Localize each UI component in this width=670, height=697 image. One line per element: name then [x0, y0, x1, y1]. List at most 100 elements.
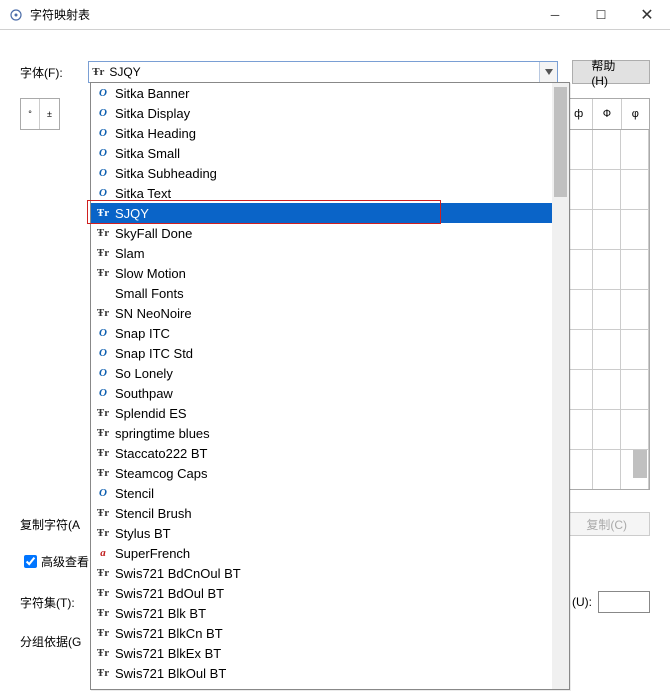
font-list-item[interactable]: a SuperFrench: [91, 543, 569, 563]
font-list-item[interactable]: Ŧrspringtime blues: [91, 423, 569, 443]
font-list-item-label: Sitka Text: [115, 186, 171, 201]
font-list-item-label: Swis721 BlkCn BT: [115, 626, 223, 641]
truetype-icon: Ŧr: [95, 407, 111, 419]
font-list-item-label: Stencil: [115, 486, 154, 501]
font-list-item-label: Slam: [115, 246, 145, 261]
font-list-item[interactable]: ŦrSwis721 BlkCn BT: [91, 623, 569, 643]
opentype-icon: O: [95, 347, 111, 359]
font-list-item[interactable]: OSitka Small: [91, 143, 569, 163]
dropdown-scrollbar[interactable]: [552, 83, 569, 689]
font-list-item-label: Sitka Display: [115, 106, 190, 121]
font-list-item[interactable]: ŦrSkyFall Done: [91, 223, 569, 243]
opentype-icon: O: [95, 127, 111, 139]
char-cell[interactable]: °: [21, 99, 40, 129]
charset-label: 字符集(T):: [20, 594, 90, 611]
opentype-icon: O: [95, 367, 111, 379]
font-list-item[interactable]: Ŧr Stylus BT: [91, 523, 569, 543]
font-list-item[interactable]: ŦrSwis721 BdCnOul BT: [91, 563, 569, 583]
unicode-label: (U):: [572, 595, 592, 609]
opentype-icon: O: [95, 387, 111, 399]
font-list-item[interactable]: OSnap ITC: [91, 323, 569, 343]
truetype-icon: Ŧr: [95, 527, 111, 539]
truetype-icon: Ŧr: [95, 207, 111, 219]
font-list-item[interactable]: ŦrStencil Brush: [91, 503, 569, 523]
window-title: 字符映射表: [30, 6, 90, 23]
font-list-item[interactable]: O Sitka Heading: [91, 123, 569, 143]
font-list-item[interactable]: O Sitka Subheading: [91, 163, 569, 183]
font-list-item-label: Snap ITC: [115, 326, 170, 341]
font-list-item-label: Steamcog Caps: [115, 466, 208, 481]
font-list-item[interactable]: ŦrSN NeoNoire: [91, 303, 569, 323]
font-list-item[interactable]: ŦrSlam: [91, 243, 569, 263]
chevron-down-icon[interactable]: [539, 62, 557, 82]
copychars-label: 复制字符(A: [20, 516, 100, 533]
truetype-icon: Ŧr: [95, 567, 111, 579]
opentype-icon: O: [95, 487, 111, 499]
font-list-item[interactable]: O Snap ITC Std: [91, 343, 569, 363]
font-list-item[interactable]: Ŧr Swis721 Blk BT: [91, 603, 569, 623]
font-list-item-label: Swis721 BlkOul BT: [115, 666, 226, 681]
char-cell[interactable]: φ: [622, 99, 649, 129]
font-list-item[interactable]: ŦrStaccato222 BT: [91, 443, 569, 463]
font-list-item-label: Slow Motion: [115, 266, 186, 281]
font-list-item-label: Stencil Brush: [115, 506, 192, 521]
font-list-item-label: Swis721 BlkEx BT: [115, 646, 221, 661]
char-cell[interactable]: ±: [40, 99, 59, 129]
font-list-item-label: Small Fonts: [115, 286, 184, 301]
font-list-item[interactable]: O Sitka Banner: [91, 83, 569, 103]
unicode-input[interactable]: [598, 591, 650, 613]
font-combo-value: SJQY: [107, 65, 539, 79]
font-list-item[interactable]: ŦrSteamcog Caps: [91, 463, 569, 483]
truetype-icon: Ŧr: [89, 66, 107, 78]
group-label: 分组依据(G: [20, 635, 81, 649]
font-list-item-label: Sitka Heading: [115, 126, 196, 141]
font-list-item[interactable]: Ŧr Swis721 BlkEx BT: [91, 643, 569, 663]
truetype-icon: Ŧr: [95, 447, 111, 459]
advanced-checkbox[interactable]: [24, 555, 37, 568]
font-list-item[interactable]: OSitka Text: [91, 183, 569, 203]
opentype-icon: O: [95, 87, 111, 99]
advanced-label: 高级查看: [41, 553, 89, 570]
font-list-item[interactable]: ŦrSJQY: [91, 203, 569, 223]
font-list-item-label: Swis721 Blk BT: [115, 606, 206, 621]
copy-button: 复制(C): [563, 512, 650, 536]
opentype-icon: O: [95, 107, 111, 119]
font-list-item[interactable]: ŦrSwis721 BdOul BT: [91, 583, 569, 603]
help-button[interactable]: 帮助(H): [572, 60, 650, 84]
truetype-icon: Ŧr: [95, 427, 111, 439]
font-list-item[interactable]: ŦrSwis721 BlkOul BT: [91, 663, 569, 683]
font-list-item[interactable]: Ŧr Splendid ES: [91, 403, 569, 423]
truetype-icon: Ŧr: [95, 607, 111, 619]
font-list-item-label: SuperFrench: [115, 546, 190, 561]
font-list-item-label: Sitka Subheading: [115, 166, 217, 181]
grid-scrollbar-thumb[interactable]: [633, 450, 647, 478]
font-list-item-label: SkyFall Done: [115, 226, 192, 241]
truetype-icon: Ŧr: [95, 267, 111, 279]
font-list-item-label: So Lonely: [115, 366, 173, 381]
truetype-icon: Ŧr: [95, 647, 111, 659]
char-cell[interactable]: Ф: [593, 99, 621, 129]
close-button[interactable]: ✕: [624, 0, 670, 30]
font-list-item[interactable]: O Stencil: [91, 483, 569, 503]
font-list-item-label: Splendid ES: [115, 406, 187, 421]
font-list-item-label: Sitka Banner: [115, 86, 189, 101]
font-list-item[interactable]: O So Lonely: [91, 363, 569, 383]
font-label: 字体(F):: [20, 64, 88, 81]
font-list-item-label: Swis721 BdOul BT: [115, 586, 224, 601]
opentype-icon: O: [95, 167, 111, 179]
adobe-font-icon: a: [95, 547, 111, 559]
font-list-item-label: Stylus BT: [115, 526, 171, 541]
maximize-button[interactable]: ☐: [578, 0, 624, 30]
font-list-item[interactable]: O Sitka Display: [91, 103, 569, 123]
dropdown-scrollbar-thumb[interactable]: [554, 87, 567, 197]
font-dropdown-list[interactable]: O Sitka Banner O Sitka Display O Sitka Headin…: [90, 82, 570, 690]
font-combobox[interactable]: Ŧr SJQY: [88, 61, 558, 83]
char-grid-left: ° ±: [20, 98, 60, 130]
opentype-icon: O: [95, 147, 111, 159]
font-list-item[interactable]: Ŧr Slow Motion: [91, 263, 569, 283]
minimize-button[interactable]: ─: [532, 0, 578, 30]
font-list-item-label: Snap ITC Std: [115, 346, 193, 361]
font-list-item[interactable]: Small Fonts: [91, 283, 569, 303]
font-list-item[interactable]: OSouthpaw: [91, 383, 569, 403]
truetype-icon: Ŧr: [95, 307, 111, 319]
